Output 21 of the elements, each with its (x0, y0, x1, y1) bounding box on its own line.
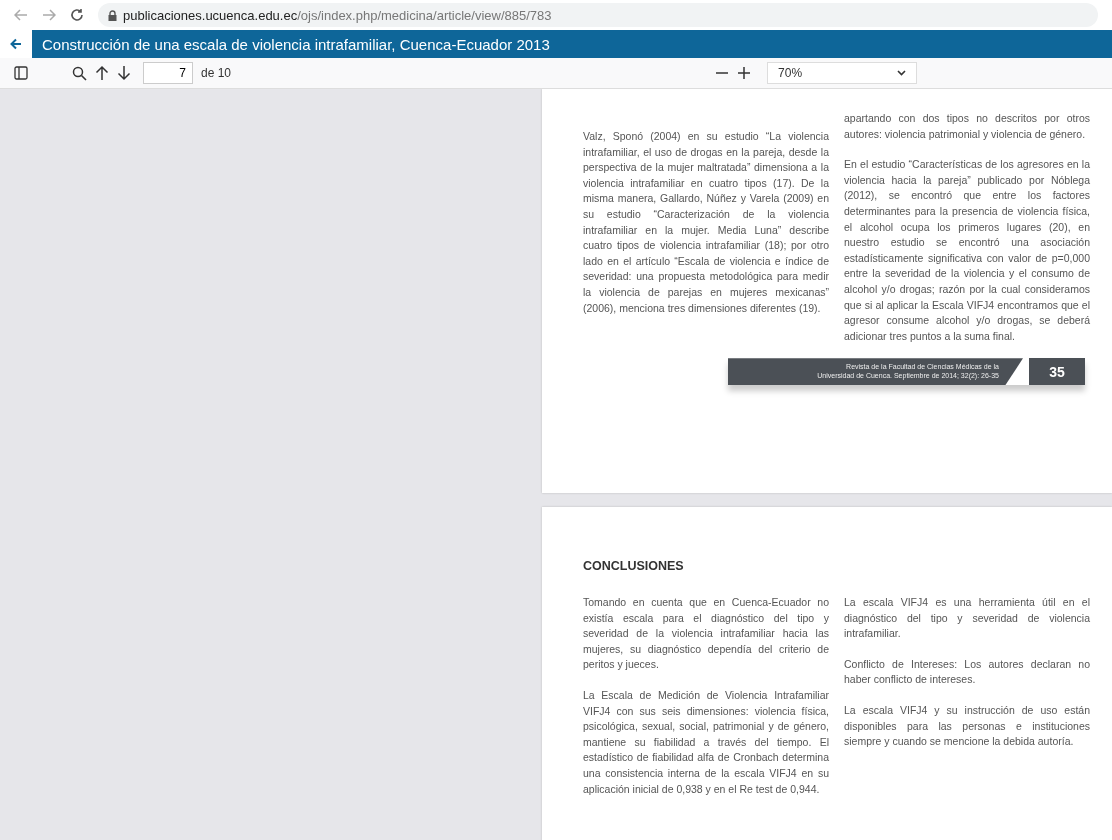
chevron-icon (897, 70, 907, 76)
lock-icon (108, 9, 117, 21)
zoom-dropdown[interactable]: 70% (767, 62, 918, 84)
paragraph: Conflicto de Intereses: Los autores declaran no haber conflicto de intereses. (844, 656, 1090, 688)
paragraph: Tomando en cuenta que en Cuenca-Ecuador no existía escala para el diagnóstico del tipo y severidad de la violencia intrafamiliar hacia las mujeres, su diagnóstico dependía del criterio de peritos y jueces. (583, 595, 829, 673)
url-path: /ojs/index.php/medicina/article/view/885/783 (297, 7, 552, 23)
paragraph: La escala VIFJ4 es una herramienta útil en el diagnóstico del tipo y severidad de violencia intrafamiliar. (844, 595, 1090, 642)
paragraph: apartando con dos tipos no descritos por otros autores: violencia patrimonial y violencia de género. (844, 111, 1090, 142)
section-heading: CONCLUSIONES (583, 559, 685, 573)
paragraph: La Escala de Medición de Violencia Intrafamiliar VIFJ4 con sus seis dimensiones: violencia física, psicológica, sexual, social, patrimonial y de género, mantiene su fiabilidad a través del tiempo. El estadístico de fiabilidad alfa de Cronbach determina una consistencia interna de la escala VIFJ4 en su aplicación inicial de 0,938 y en el Re test de 0,944. (583, 687, 829, 797)
page-number: 35 (1029, 358, 1085, 386)
address-bar[interactable]: publicaciones.ucuenca.edu.ec/ojs/index.php/medicina/article/view/885/783 (98, 3, 1098, 27)
paragraph: En el estudio “Características de los agresores en la violencia hacia la pareja” publicado por Nóblega (2012), se encontró que entre los factores determinantes para la presencia de violencia física, el alcohol ocupa los primeros lugares (20), en nuestro estudio se encontró una asociación estadísticamente significativa con valor de p=0,000 entre la severidad de la violencia y el consumo de alcohol y/o drogas; razón por la cual consideramos que si al aplicar la Escala VIFJ4 encontramos que el agresor consume alcohol y/o drogas, se deberá adicionar tres puntos a la suma final. (844, 157, 1090, 344)
reload-icon[interactable] (70, 8, 84, 22)
page-total: de 10 (201, 66, 232, 80)
url-host: publicaciones.ucuenca.edu.ec (123, 7, 298, 23)
back-arrow-icon (10, 38, 22, 50)
article-title: Construcción de una escala de violencia intrafamiliar, Cuenca-Ecuador 2013 (32, 30, 1112, 58)
page-number-field[interactable]: 7 (143, 62, 193, 84)
paragraph: Valz, Sponó (2004) en su estudio “La violencia intrafamiliar, el uso de drogas en la pareja, desde la perspectiva de la mujer maltratada” dimensiona a la violencia intrafamiliar en cuatro tipos (17). De la misma manera, Gallardo, Núñez y Varela (2009) en su estudio “Caracterización de la violencia intrafamiliar en la mujer. Media Luna” describe cuatro tipos de violencia intrafamiliar (18); por otro lado en el artículo “Escala de violencia e índice de severidad: una propuesta metodológica para medir la violencia de parejas en mujeres mexicanas” (2006), menciona tres dimensiones diferentes (19). (583, 129, 829, 316)
paragraph: La escala VIFJ4 y su instrucción de uso están disponibles para las personas e instituciones siempre y cuando se mencione la debida autoría. (844, 702, 1090, 750)
